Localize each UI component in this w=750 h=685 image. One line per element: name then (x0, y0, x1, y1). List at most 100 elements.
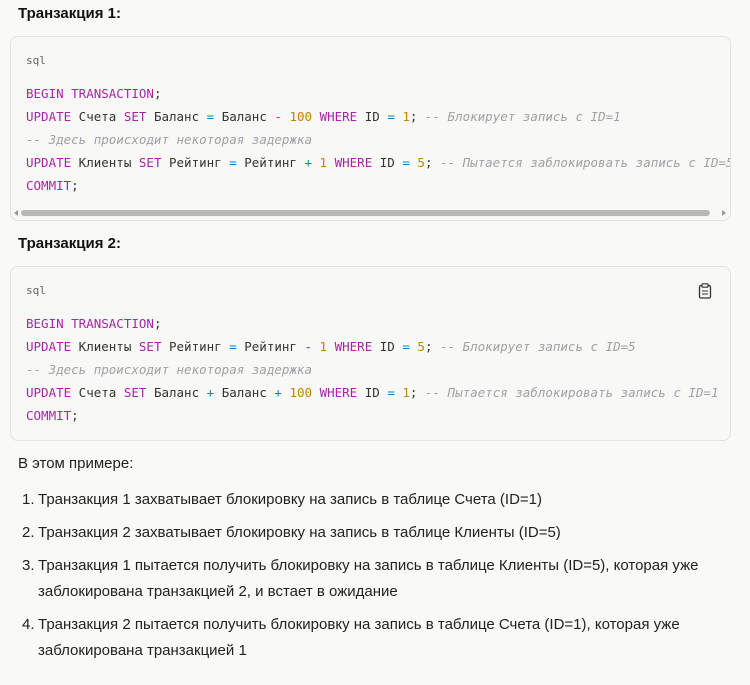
code-line: UPDATE Счета SET Баланс = Баланс - 100 W… (26, 105, 730, 128)
list-item-number: 4. (22, 616, 35, 633)
sql-keyword: UPDATE (26, 339, 72, 354)
list-item-text: Транзакция 1 захватывает блокировку на з… (38, 491, 543, 508)
sql-keyword: UPDATE (26, 385, 72, 400)
sql-text: Рейтинг (236, 339, 305, 354)
sql-keyword: UPDATE (26, 155, 72, 170)
sql-text: Рейтинг (161, 339, 230, 354)
sql-keyword: WHERE (334, 339, 373, 354)
list-item-number: 2. (22, 524, 35, 541)
sql-text: ; (153, 316, 162, 331)
code-content: BEGIN TRANSACTION; UPDATE Счета SET Балан… (26, 82, 730, 197)
sql-comment: -- Здесь происходит некоторая задержка (26, 362, 312, 377)
sql-text: ; (71, 178, 79, 193)
sql-operator: = (402, 155, 410, 170)
sql-text: Баланс (146, 385, 207, 400)
sql-keyword: SET (123, 385, 147, 400)
sql-text: Рейтинг (161, 155, 230, 170)
code-line: UPDATE Клиенты SET Рейтинг = Рейтинг - 1… (26, 335, 718, 358)
sql-number: 100 (289, 109, 313, 124)
list-item: 4. Транзакция 2 пытается получить блокиро… (22, 612, 722, 664)
sql-operator: - (304, 339, 312, 354)
code-line: -- Здесь происходит некоторая задержка (26, 128, 730, 151)
steps-list: 1. Транзакция 1 захватывает блокировку на… (22, 487, 722, 671)
clipboard-icon[interactable] (698, 283, 712, 299)
sql-keyword: UPDATE (26, 109, 72, 124)
code-line: -- Здесь происходит некоторая задержка (26, 358, 718, 381)
transaction-2-heading: Транзакция 2: (18, 235, 121, 252)
code-language-label: sql (26, 284, 46, 297)
sql-text: ; (409, 109, 425, 124)
scroll-left-arrow-icon[interactable] (14, 210, 18, 216)
sql-number: 1 (402, 385, 410, 400)
list-item: 1. Транзакция 1 захватывает блокировку на… (22, 487, 722, 513)
sql-number: 100 (289, 385, 313, 400)
sql-text: ; (409, 385, 425, 400)
sql-keyword: WHERE (319, 109, 358, 124)
code-language-label: sql (26, 54, 46, 67)
sql-number: 5 (417, 339, 425, 354)
sql-text: ; (424, 339, 440, 354)
sql-text: ID (372, 339, 403, 354)
list-item: 2. Транзакция 2 захватывает блокировку на… (22, 520, 722, 546)
sql-keyword: COMMIT (26, 178, 72, 193)
code-content: BEGIN TRANSACTION; UPDATE Клиенты SET Рей… (26, 312, 718, 427)
sql-number: 1 (402, 109, 410, 124)
sql-text: Баланс (214, 385, 275, 400)
sql-text: Рейтинг (236, 155, 305, 170)
sql-keyword: SET (123, 109, 147, 124)
sql-operator: = (387, 109, 395, 124)
sql-comment: -- Блокирует запись с ID=1 (424, 109, 621, 124)
sql-keyword: WHERE (319, 385, 358, 400)
sql-text: ; (424, 155, 440, 170)
sql-operator: = (229, 155, 237, 170)
sql-text: Баланс (214, 109, 275, 124)
sql-operator: + (274, 385, 282, 400)
sql-keyword: BEGIN TRANSACTION (26, 86, 154, 101)
sql-operator: + (304, 155, 312, 170)
sql-text: Клиенты (71, 155, 139, 170)
sql-comment: -- Здесь происходит некоторая задержка (26, 132, 312, 147)
sql-keyword: COMMIT (26, 408, 72, 423)
code-line: COMMIT; (26, 174, 730, 197)
sql-text: ID (372, 155, 403, 170)
sql-text: Счета (71, 109, 124, 124)
sql-keyword: WHERE (334, 155, 373, 170)
intro-paragraph: В этом примере: (18, 455, 134, 472)
chat-message: Транзакция 1: sql BEGIN TRANSACTION; UPDA… (0, 0, 750, 685)
code-line: UPDATE Клиенты SET Рейтинг = Рейтинг + 1… (26, 151, 730, 174)
code-block-transaction-1: sql BEGIN TRANSACTION; UPDATE Счета SET Б… (10, 36, 731, 221)
sql-number: 1 (319, 155, 328, 170)
sql-text: ID (357, 385, 388, 400)
sql-operator: - (274, 109, 282, 124)
scroll-right-arrow-icon[interactable] (722, 210, 726, 216)
sql-number: 5 (417, 155, 425, 170)
code-line: BEGIN TRANSACTION; (26, 312, 718, 335)
code-line: UPDATE Счета SET Баланс + Баланс + 100 W… (26, 381, 718, 404)
sql-text: ID (357, 109, 388, 124)
sql-text: Счета (71, 385, 124, 400)
list-item-text: Транзакция 2 захватывает блокировку на з… (38, 524, 561, 541)
horizontal-scrollbar[interactable] (21, 210, 710, 216)
code-line: BEGIN TRANSACTION; (26, 82, 730, 105)
sql-comment: -- Пытается заблокировать запись с ID=1 (424, 385, 719, 400)
list-item-text: Транзакция 1 пытается получить блокировк… (38, 557, 699, 600)
sql-number: 1 (319, 339, 328, 354)
list-item: 3. Транзакция 1 пытается получить блокиро… (22, 553, 722, 605)
sql-operator: = (402, 339, 410, 354)
sql-text: ; (153, 86, 162, 101)
sql-keyword: SET (138, 339, 162, 354)
transaction-1-heading: Транзакция 1: (18, 5, 121, 22)
sql-comment: -- Блокирует запись с ID=5 (440, 339, 636, 354)
code-block-transaction-2: sql BEGIN TRANSACTION; UPDATE Клиенты SET… (10, 266, 731, 441)
sql-operator: = (229, 339, 237, 354)
list-item-number: 3. (22, 557, 35, 574)
sql-keyword: SET (138, 155, 162, 170)
sql-operator: = (387, 385, 395, 400)
sql-text: Клиенты (71, 339, 139, 354)
